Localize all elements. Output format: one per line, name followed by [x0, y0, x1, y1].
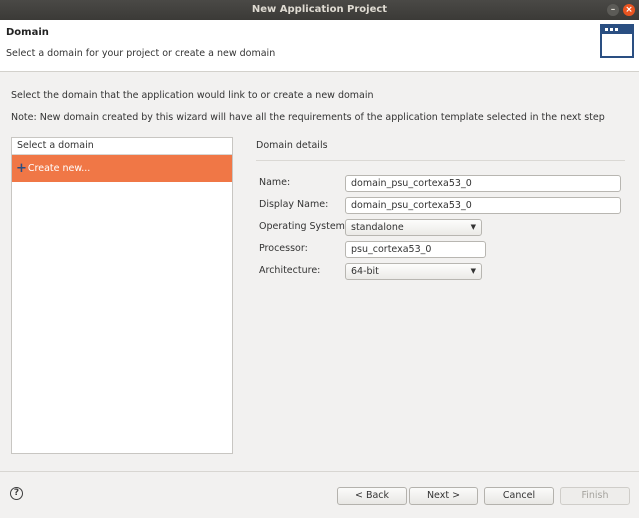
architecture-label: Architecture: [259, 265, 321, 276]
domain-list[interactable]: Select a domain + Create new... [11, 137, 233, 454]
processor-label: Processor: [259, 243, 308, 254]
processor-input[interactable]: psu_cortexa53_0 [345, 241, 486, 258]
window-icon [600, 24, 634, 58]
next-button[interactable]: Next > [409, 487, 478, 505]
operating-system-value: standalone [351, 222, 404, 233]
dropdown-arrow-icon: ▼ [470, 223, 476, 231]
list-item-create-new[interactable]: + Create new... [12, 155, 232, 182]
footer-divider [0, 471, 639, 472]
architecture-select[interactable]: 64-bit ▼ [345, 263, 482, 280]
domain-details-title: Domain details [256, 140, 328, 151]
operating-system-label: Operating System: [259, 221, 349, 232]
wizard-header: Domain Select a domain for your project … [0, 20, 639, 72]
operating-system-select[interactable]: standalone ▼ [345, 219, 482, 236]
dropdown-arrow-icon: ▼ [470, 267, 476, 275]
list-item-label: Create new... [27, 163, 91, 174]
minimize-icon[interactable]: – [607, 4, 619, 16]
display-name-label: Display Name: [259, 199, 329, 210]
domain-list-header: Select a domain [12, 138, 232, 155]
divider [256, 160, 625, 161]
page-subtitle: Select a domain for your project or crea… [6, 48, 276, 59]
note-text: Note: New domain created by this wizard … [11, 112, 605, 123]
finish-button[interactable]: Finish [560, 487, 630, 505]
instruction-text: Select the domain that the application w… [11, 90, 374, 101]
architecture-value: 64-bit [351, 266, 379, 277]
display-name-input[interactable]: domain_psu_cortexa53_0 [345, 197, 621, 214]
back-button[interactable]: < Back [337, 487, 407, 505]
page-title: Domain [6, 27, 49, 38]
help-icon[interactable]: ? [10, 487, 23, 500]
window-title: New Application Project [251, 4, 388, 15]
name-label: Name: [259, 177, 291, 188]
cancel-button[interactable]: Cancel [484, 487, 554, 505]
plus-icon: + [16, 161, 27, 176]
close-icon[interactable]: × [623, 4, 635, 16]
title-bar: New Application Project – × [0, 0, 639, 20]
name-input[interactable]: domain_psu_cortexa53_0 [345, 175, 621, 192]
